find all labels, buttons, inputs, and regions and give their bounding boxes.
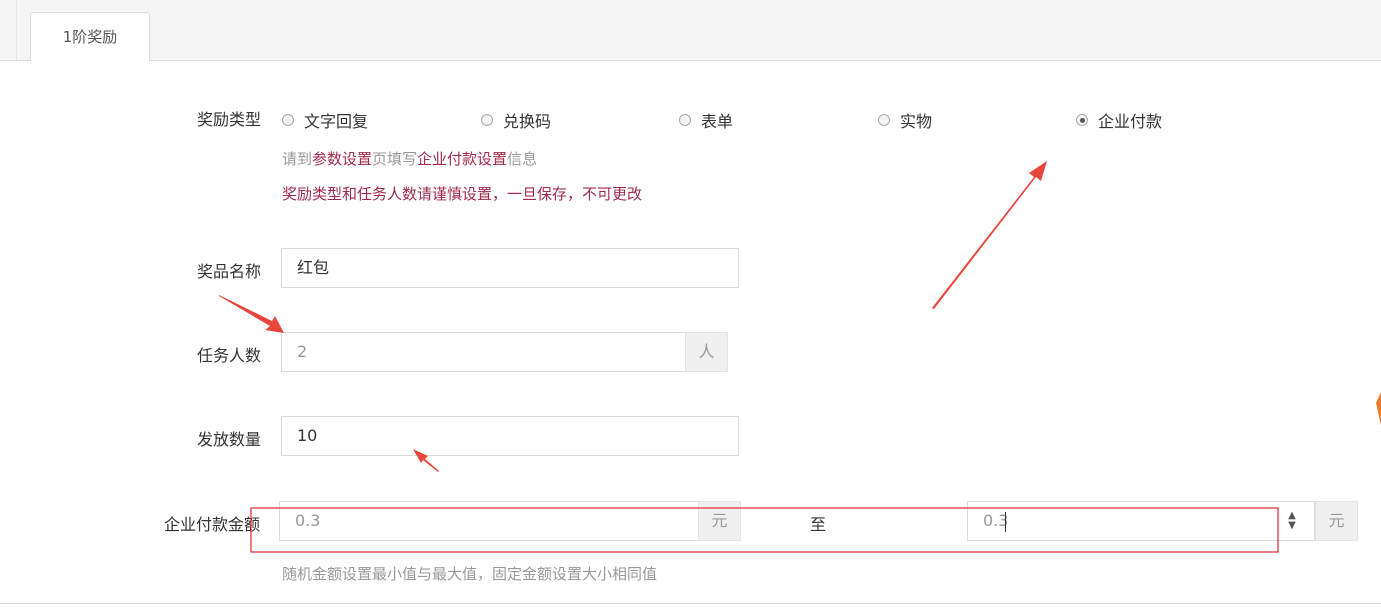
arrow-icon: [932, 161, 1047, 309]
arrow-icon: [1376, 392, 1381, 425]
highlight-box: [250, 507, 1279, 553]
arrow-icon: [413, 449, 439, 472]
annotation-overlay: [219, 161, 1381, 553]
arrow-icon: [219, 295, 284, 333]
